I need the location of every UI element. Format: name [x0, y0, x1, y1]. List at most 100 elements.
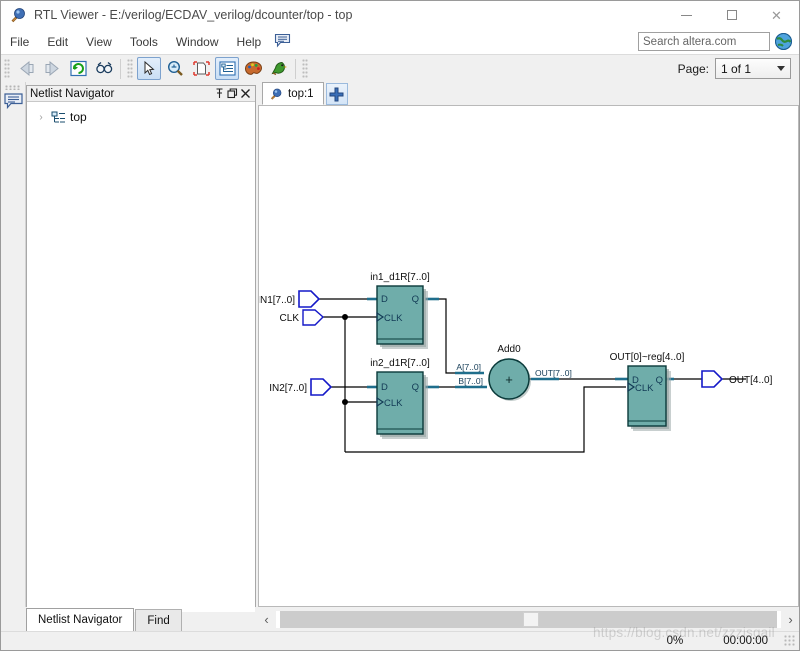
toolbar-grip-2[interactable] [127, 58, 133, 79]
port-out-label: OUT[4..0] [729, 375, 773, 386]
minimize-button[interactable] [664, 1, 709, 29]
reg-in1-pin-q: Q [412, 294, 419, 305]
tree-node-top[interactable]: › top [27, 108, 255, 126]
netlist-tree: › top [27, 108, 255, 612]
close-icon[interactable] [239, 87, 252, 100]
fit-page-icon[interactable] [189, 57, 213, 80]
menu-window[interactable]: Window [167, 32, 228, 52]
menu-file[interactable]: File [1, 32, 38, 52]
reg-in1-d1r[interactable]: in1_d1R[7..0] D Q CLK [370, 272, 430, 349]
menu-edit[interactable]: Edit [38, 32, 77, 52]
reg-in1-pin-clk: CLK [384, 313, 403, 324]
toolbar-grip-3[interactable] [302, 58, 308, 79]
reg-in1-pin-d: D [381, 294, 388, 305]
hierarchy-node-icon [51, 111, 66, 124]
forward-icon[interactable] [40, 57, 64, 80]
netlist-navigator-header: Netlist Navigator [27, 86, 255, 102]
elapsed-time: 00:00:00 [723, 635, 768, 647]
page-select[interactable]: 1 of 1 [715, 58, 791, 79]
reg-in2-d1r[interactable]: in2_d1R[7..0] D Q CLK [370, 358, 430, 439]
port-out[interactable]: OUT[4..0] [701, 370, 773, 388]
port-in2-label: IN2[7..0] [269, 383, 307, 394]
bird-icon[interactable] [267, 57, 291, 80]
page-select-value: 1 of 1 [721, 61, 752, 76]
menu-help[interactable]: Help [228, 32, 271, 52]
comment-icon[interactable] [274, 33, 291, 51]
select-tool-icon[interactable] [137, 57, 161, 80]
scroll-right-button[interactable]: › [782, 609, 799, 630]
reg-in2-pin-q: Q [412, 382, 419, 393]
title-bar: RTL Viewer - E:/verilog/ECDAV_verilog/dc… [1, 1, 799, 29]
reg-out-pin-q: Q [656, 375, 663, 386]
toolbar-separator-2 [295, 58, 296, 79]
globe-icon[interactable] [774, 32, 793, 51]
adder-label: Add0 [497, 344, 521, 355]
left-panel-tabs: Netlist Navigator Find [26, 607, 256, 631]
menu-tools[interactable]: Tools [121, 32, 167, 52]
reg-in2-label: in2_d1R[7..0] [370, 358, 430, 369]
rtl-viewer-icon [9, 6, 27, 24]
find-icon[interactable] [92, 57, 116, 80]
schematic-tab-strip: top:1 [258, 82, 799, 106]
reg-in2-pin-d: D [381, 382, 388, 393]
rtl-viewer-window: RTL Viewer - E:/verilog/ECDAV_verilog/dc… [0, 0, 800, 651]
left-dock-strip [1, 82, 26, 607]
window-title: RTL Viewer - E:/verilog/ECDAV_verilog/dc… [34, 8, 353, 22]
color-palette-icon[interactable] [241, 57, 265, 80]
port-in1[interactable]: IN1[7..0] [259, 290, 321, 308]
chevron-right-icon[interactable]: › [35, 112, 47, 123]
chevron-down-icon [777, 66, 785, 71]
toolbar-grip-1[interactable] [4, 58, 10, 79]
port-clk[interactable]: CLK [280, 309, 325, 326]
scroll-track[interactable] [276, 611, 781, 628]
hierarchy-icon[interactable] [215, 57, 239, 80]
progress-percent: 0% [666, 635, 684, 647]
tab-label: top:1 [288, 87, 314, 100]
search-area [638, 32, 793, 51]
menu-view[interactable]: View [77, 32, 121, 52]
close-icon: ✕ [771, 7, 782, 23]
junction-clk-1 [342, 314, 348, 320]
restore-icon[interactable] [226, 87, 239, 100]
netlist-navigator-panel: Netlist Navigator › top [26, 85, 256, 612]
search-input[interactable] [638, 32, 770, 51]
close-button[interactable]: ✕ [754, 1, 799, 29]
adder-input-a-label: A[7..0] [456, 362, 481, 372]
tab-find[interactable]: Find [135, 609, 182, 631]
back-icon[interactable] [14, 57, 38, 80]
dock-grip[interactable] [5, 85, 21, 90]
plus-icon[interactable] [325, 83, 348, 105]
comment-panel-icon[interactable] [3, 92, 24, 112]
maximize-icon [726, 10, 737, 20]
adder-plus-symbol: + [505, 372, 513, 387]
toolbar-separator-1 [120, 58, 121, 79]
minimize-icon [681, 14, 692, 16]
zoom-tool-icon[interactable] [163, 57, 187, 80]
tab-top-1[interactable]: top:1 [262, 82, 324, 105]
netlist-navigator-title: Netlist Navigator [30, 87, 115, 100]
reg-in1-label: in1_d1R[7..0] [370, 272, 430, 283]
reg-out-label: OUT[0]~reg[4..0] [610, 352, 685, 363]
scroll-left-button[interactable]: ‹ [258, 609, 275, 630]
scroll-thumb[interactable] [523, 612, 539, 627]
rtl-schematic: IN1[7..0] CLK IN2[7..0] OUT[4..0] in1_d1… [259, 272, 773, 453]
tree-node-label: top [70, 110, 87, 124]
horizontal-scrollbar[interactable]: ‹ › [258, 608, 799, 631]
page-control: Page: 1 of 1 [678, 58, 791, 79]
adder-output-label: OUT[7..0] [535, 368, 572, 378]
maximize-button[interactable] [709, 1, 754, 29]
reg-in2-pin-clk: CLK [384, 398, 403, 409]
reg-out[interactable]: OUT[0]~reg[4..0] D Q CLK [610, 352, 685, 431]
page-label: Page: [677, 61, 709, 76]
reg-out-pin-clk: CLK [635, 383, 654, 394]
menu-bar: File Edit View Tools Window Help [1, 29, 799, 54]
tab-netlist-navigator[interactable]: Netlist Navigator [26, 608, 135, 631]
port-clk-label: CLK [280, 313, 300, 324]
refresh-icon[interactable] [66, 57, 90, 80]
port-in2[interactable]: IN2[7..0] [269, 378, 333, 396]
schematic-canvas[interactable]: IN1[7..0] CLK IN2[7..0] OUT[4..0] in1_d1… [258, 106, 799, 607]
window-controls: ✕ [664, 1, 799, 29]
pin-icon[interactable] [213, 87, 226, 100]
rtl-viewer-icon [269, 87, 283, 101]
resize-grip[interactable] [784, 635, 796, 647]
